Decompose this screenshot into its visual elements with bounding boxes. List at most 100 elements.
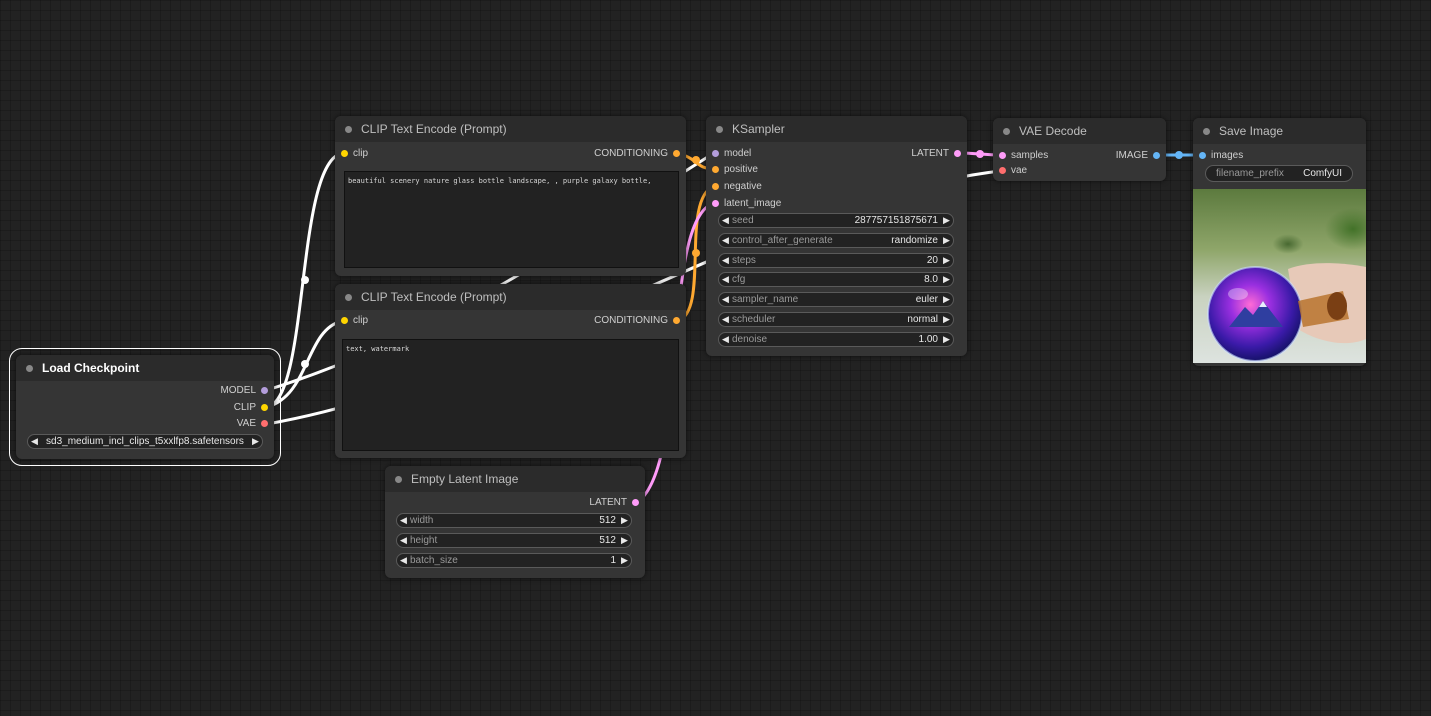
collapse-dot-icon[interactable]: [345, 293, 352, 301]
collapse-dot-icon[interactable]: [1203, 127, 1210, 135]
arrow-right-icon[interactable]: ▶: [618, 535, 631, 546]
collapse-dot-icon[interactable]: [716, 125, 723, 133]
collapse-dot-icon[interactable]: [345, 125, 352, 133]
arrow-left-icon[interactable]: ◀: [719, 235, 732, 246]
batch-size-widget[interactable]: ◀ batch_size 1 ▶: [396, 553, 632, 568]
node-title-bar[interactable]: Empty Latent Image: [385, 466, 645, 492]
clip-text-encode-negative-node[interactable]: CLIP Text Encode (Prompt) clip CONDITION…: [335, 284, 686, 458]
socket-dot-icon[interactable]: [341, 317, 348, 324]
arrow-right-icon[interactable]: ▶: [249, 436, 262, 447]
node-title: KSampler: [732, 122, 785, 136]
output-conditioning[interactable]: CONDITIONING: [594, 147, 686, 161]
arrow-left-icon[interactable]: ◀: [719, 255, 732, 266]
widget-label: control_after_generate: [732, 235, 833, 246]
arrow-right-icon[interactable]: ▶: [940, 255, 953, 266]
denoise-widget[interactable]: ◀ denoise 1.00 ▶: [718, 332, 954, 347]
input-samples[interactable]: samples: [993, 149, 1048, 163]
arrow-right-icon[interactable]: ▶: [940, 314, 953, 325]
node-title-bar[interactable]: VAE Decode: [993, 118, 1166, 144]
output-model[interactable]: MODEL: [220, 384, 274, 398]
node-title-bar[interactable]: Load Checkpoint: [16, 355, 274, 381]
width-widget[interactable]: ◀ width 512 ▶: [396, 513, 632, 528]
control-after-generate-widget[interactable]: ◀ control_after_generate randomize ▶: [718, 233, 954, 248]
clip-text-encode-positive-node[interactable]: CLIP Text Encode (Prompt) clip CONDITION…: [335, 116, 686, 276]
input-clip[interactable]: clip: [335, 147, 368, 161]
output-vae[interactable]: VAE: [237, 417, 274, 431]
seed-widget[interactable]: ◀ seed 287757151875671 ▶: [718, 213, 954, 228]
prompt-textarea[interactable]: text, watermark: [342, 339, 679, 451]
image-preview[interactable]: [1193, 189, 1366, 363]
input-positive[interactable]: positive: [706, 163, 758, 177]
collapse-dot-icon[interactable]: [26, 364, 33, 372]
sampler-name-widget[interactable]: ◀ sampler_name euler ▶: [718, 292, 954, 307]
load-checkpoint-node[interactable]: Load Checkpoint MODEL CLIP VAE ◀ sd3_med…: [9, 348, 281, 466]
arrow-left-icon[interactable]: ◀: [719, 334, 732, 345]
node-title-bar[interactable]: Save Image: [1193, 118, 1366, 144]
collapse-dot-icon[interactable]: [395, 475, 402, 483]
socket-dot-icon[interactable]: [999, 167, 1006, 174]
arrow-right-icon[interactable]: ▶: [618, 515, 631, 526]
arrow-left-icon[interactable]: ◀: [397, 515, 410, 526]
arrow-right-icon[interactable]: ▶: [940, 294, 953, 305]
socket-dot-icon[interactable]: [712, 200, 719, 207]
output-latent[interactable]: LATENT: [911, 147, 967, 161]
filename-prefix-field[interactable]: filename_prefix ComfyUI: [1205, 165, 1353, 182]
socket-dot-icon[interactable]: [999, 152, 1006, 159]
socket-dot-icon[interactable]: [673, 150, 680, 157]
output-latent[interactable]: LATENT: [589, 496, 645, 510]
node-title-bar[interactable]: KSampler: [706, 116, 967, 142]
input-model[interactable]: model: [706, 147, 751, 161]
arrow-right-icon[interactable]: ▶: [940, 274, 953, 285]
socket-dot-icon[interactable]: [261, 420, 268, 427]
arrow-right-icon[interactable]: ▶: [940, 215, 953, 226]
arrow-right-icon[interactable]: ▶: [618, 555, 631, 566]
empty-latent-image-node[interactable]: Empty Latent Image LATENT ◀ width 512 ▶ …: [385, 466, 645, 578]
socket-dot-icon[interactable]: [712, 183, 719, 190]
arrow-left-icon[interactable]: ◀: [719, 215, 732, 226]
ksampler-node[interactable]: KSampler model LATENT positive negative …: [706, 116, 967, 356]
widget-value: ComfyUI: [1303, 168, 1342, 179]
vae-decode-node[interactable]: VAE Decode samples IMAGE vae: [993, 118, 1166, 181]
arrow-left-icon[interactable]: ◀: [719, 274, 732, 285]
output-clip[interactable]: CLIP: [234, 401, 274, 415]
node-title-bar[interactable]: CLIP Text Encode (Prompt): [335, 116, 686, 142]
input-negative[interactable]: negative: [706, 180, 762, 194]
socket-dot-icon[interactable]: [261, 387, 268, 394]
output-image[interactable]: IMAGE: [1116, 149, 1166, 163]
input-label: vae: [1011, 165, 1028, 176]
input-vae[interactable]: vae: [993, 164, 1027, 178]
collapse-dot-icon[interactable]: [1003, 127, 1010, 135]
save-image-node[interactable]: Save Image images filename_prefix ComfyU…: [1193, 118, 1366, 366]
prompt-textarea[interactable]: beautiful scenery nature glass bottle la…: [344, 171, 679, 268]
socket-dot-icon[interactable]: [673, 317, 680, 324]
socket-dot-icon[interactable]: [1153, 152, 1160, 159]
socket-dot-icon[interactable]: [261, 404, 268, 411]
input-clip[interactable]: clip: [335, 314, 368, 328]
input-latent-image[interactable]: latent_image: [706, 197, 781, 211]
node-title-bar[interactable]: CLIP Text Encode (Prompt): [335, 284, 686, 310]
socket-dot-icon[interactable]: [1199, 152, 1206, 159]
arrow-right-icon[interactable]: ▶: [940, 334, 953, 345]
cfg-widget[interactable]: ◀ cfg 8.0 ▶: [718, 272, 954, 287]
height-widget[interactable]: ◀ height 512 ▶: [396, 533, 632, 548]
socket-dot-icon[interactable]: [341, 150, 348, 157]
output-label: IMAGE: [1115, 150, 1148, 161]
arrow-left-icon[interactable]: ◀: [719, 294, 732, 305]
arrow-left-icon[interactable]: ◀: [397, 535, 410, 546]
arrow-left-icon[interactable]: ◀: [719, 314, 732, 325]
scheduler-widget[interactable]: ◀ scheduler normal ▶: [718, 312, 954, 327]
arrow-left-icon[interactable]: ◀: [28, 436, 41, 447]
steps-widget[interactable]: ◀ steps 20 ▶: [718, 253, 954, 268]
arrow-right-icon[interactable]: ▶: [940, 235, 953, 246]
ckpt-name-combo[interactable]: ◀ sd3_medium_incl_clips_t5xxlfp8.safeten…: [27, 434, 263, 449]
socket-dot-icon[interactable]: [712, 150, 719, 157]
socket-dot-icon[interactable]: [632, 499, 639, 506]
output-conditioning[interactable]: CONDITIONING: [594, 314, 686, 328]
arrow-left-icon[interactable]: ◀: [397, 555, 410, 566]
socket-dot-icon[interactable]: [954, 150, 961, 157]
widget-label: batch_size: [410, 555, 458, 566]
input-label: latent_image: [724, 198, 782, 209]
input-images[interactable]: images: [1193, 149, 1243, 163]
link-clip-negative: [265, 319, 344, 409]
socket-dot-icon[interactable]: [712, 166, 719, 173]
